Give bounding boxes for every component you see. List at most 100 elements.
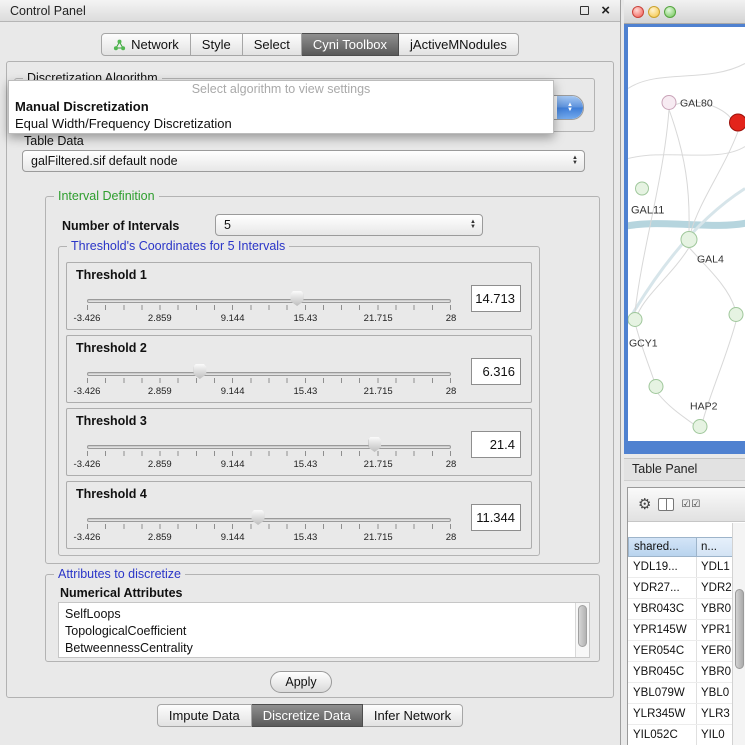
dropdown-stepper-icon[interactable]: ▲ ▼ bbox=[557, 96, 583, 119]
table-row[interactable]: YDR27...YDR2 bbox=[628, 578, 745, 599]
node-label: GAL4 bbox=[697, 254, 724, 266]
network-node[interactable] bbox=[693, 420, 707, 434]
threshold-1-value-field[interactable]: 14.713 bbox=[471, 285, 521, 312]
threshold-2-label: Threshold 2 bbox=[76, 341, 147, 355]
close-icon[interactable]: × bbox=[601, 6, 610, 16]
slider-thumb[interactable] bbox=[193, 364, 206, 379]
table-row[interactable]: YDL19...YDL1 bbox=[628, 557, 745, 578]
tab-impute-data[interactable]: Impute Data bbox=[157, 704, 252, 727]
column-header-shared-name[interactable]: shared... bbox=[628, 537, 697, 557]
table-row[interactable]: YBR045CYBR0 bbox=[628, 662, 745, 683]
list-item[interactable]: TopologicalCoefficient bbox=[65, 623, 589, 640]
threshold-4-slider[interactable] bbox=[87, 510, 451, 530]
threshold-4-value-field[interactable]: 11.344 bbox=[471, 504, 521, 531]
table-panel-spacer bbox=[628, 522, 745, 537]
network-node[interactable] bbox=[729, 308, 743, 322]
table-row[interactable]: YER054CYER0 bbox=[628, 641, 745, 662]
threshold-2-slider[interactable] bbox=[87, 364, 451, 384]
table-data-dropdown[interactable]: galFiltered.sif default node ▲ ▼ bbox=[22, 150, 585, 172]
table-header-row: shared... n... bbox=[628, 537, 745, 557]
cell[interactable]: YDL19... bbox=[628, 557, 697, 577]
threshold-3-value-field[interactable]: 21.4 bbox=[471, 431, 521, 458]
slider-track[interactable] bbox=[87, 372, 451, 376]
scrollbar-thumb[interactable] bbox=[735, 589, 744, 669]
tab-jactivemnodules[interactable]: jActiveMNodules bbox=[399, 33, 519, 56]
slider-track[interactable] bbox=[87, 518, 451, 522]
threshold-3-slider[interactable] bbox=[87, 437, 451, 457]
cell[interactable]: YPR145W bbox=[628, 620, 697, 640]
tab-select[interactable]: Select bbox=[243, 33, 302, 56]
numerical-attributes-list[interactable]: SelfLoops TopologicalCoefficient Between… bbox=[58, 602, 590, 658]
number-of-intervals-dropdown[interactable]: 5 ▲ ▼ bbox=[215, 214, 483, 236]
columns-icon[interactable] bbox=[658, 498, 674, 511]
cell[interactable]: YLR345W bbox=[628, 704, 697, 724]
tab-label: jActiveMNodules bbox=[410, 37, 507, 52]
tab-cyni-toolbox[interactable]: Cyni Toolbox bbox=[302, 33, 399, 56]
list-item[interactable]: SelfLoops bbox=[65, 606, 589, 623]
gear-icon[interactable]: ⚙ bbox=[638, 497, 651, 512]
network-node[interactable] bbox=[649, 380, 663, 394]
edge bbox=[669, 110, 689, 232]
network-canvas[interactable]: GAL80 GAL11 GAL4 GCY1 HAP2 bbox=[628, 27, 745, 441]
network-view-frame: GAL80 GAL11 GAL4 GCY1 HAP2 bbox=[624, 24, 745, 454]
slider-track[interactable] bbox=[87, 299, 451, 303]
tab-discretize-data[interactable]: Discretize Data bbox=[252, 704, 363, 727]
tab-label: Infer Network bbox=[374, 708, 451, 723]
tab-style[interactable]: Style bbox=[191, 33, 243, 56]
scale-label: 9.144 bbox=[221, 313, 245, 324]
cell[interactable]: YER054C bbox=[628, 641, 697, 661]
algorithm-dropdown-menu: Select algorithm to view settings Manual… bbox=[8, 80, 554, 134]
list-item[interactable]: BetweennessCentrality bbox=[65, 640, 589, 657]
slider-thumb[interactable] bbox=[252, 510, 265, 525]
control-panel-window: Control Panel × Network Style Select bbox=[0, 0, 621, 745]
slider-track[interactable] bbox=[87, 445, 451, 449]
threshold-1-slider[interactable] bbox=[87, 291, 451, 311]
apply-button[interactable]: Apply bbox=[270, 671, 332, 693]
highlighted-network-node[interactable] bbox=[730, 114, 745, 131]
cell[interactable]: YIL052C bbox=[628, 725, 697, 745]
close-traffic-light-icon[interactable] bbox=[632, 6, 644, 18]
slider-thumb[interactable] bbox=[368, 437, 381, 452]
edge bbox=[628, 64, 745, 89]
number-of-intervals-value: 5 bbox=[216, 218, 464, 232]
dropdown-option-manual-discretization[interactable]: Manual Discretization bbox=[9, 98, 553, 115]
edge bbox=[628, 147, 745, 159]
table-row[interactable]: YLR345WYLR3 bbox=[628, 704, 745, 725]
minimize-traffic-light-icon[interactable] bbox=[648, 6, 660, 18]
threshold-2-panel: Threshold 2 -3.426 2.859 9.144 15.43 21.… bbox=[66, 335, 532, 403]
network-node[interactable] bbox=[636, 182, 649, 195]
dropdown-option-equal-width[interactable]: Equal Width/Frequency Discretization bbox=[9, 115, 553, 132]
cell[interactable]: YBR043C bbox=[628, 599, 697, 619]
slider-thumb[interactable] bbox=[291, 291, 304, 306]
threshold-1-label: Threshold 1 bbox=[76, 268, 147, 282]
scale-label: 9.144 bbox=[221, 459, 245, 470]
dropdown-arrows-icon: ▲ ▼ bbox=[464, 220, 482, 230]
network-node[interactable] bbox=[681, 232, 697, 248]
select-columns-icons[interactable]: ☑☑ bbox=[681, 499, 701, 510]
edge bbox=[691, 132, 738, 232]
tab-network[interactable]: Network bbox=[101, 33, 191, 56]
cell[interactable]: YBL079W bbox=[628, 683, 697, 703]
cell[interactable]: YDR27... bbox=[628, 578, 697, 598]
cell[interactable]: YBR045C bbox=[628, 662, 697, 682]
node-label: HAP2 bbox=[690, 401, 718, 413]
scale-label: 9.144 bbox=[221, 532, 245, 543]
slider-ticks bbox=[87, 378, 451, 383]
list-scrollbar[interactable] bbox=[575, 603, 589, 657]
table-row[interactable]: YIL052CYIL0 bbox=[628, 725, 745, 745]
tab-infer-network[interactable]: Infer Network bbox=[363, 704, 463, 727]
table-row[interactable]: YBR043CYBR0 bbox=[628, 599, 745, 620]
threshold-2-value-field[interactable]: 6.316 bbox=[471, 358, 521, 385]
table-row[interactable]: YPR145WYPR1 bbox=[628, 620, 745, 641]
slider-scale-labels: -3.426 2.859 9.144 15.43 21.715 28 bbox=[87, 313, 451, 324]
zoom-traffic-light-icon[interactable] bbox=[664, 6, 676, 18]
network-node[interactable] bbox=[662, 96, 676, 110]
float-window-icon[interactable] bbox=[580, 6, 589, 15]
table-row[interactable]: YBL079WYBL0 bbox=[628, 683, 745, 704]
table-body: YDL19...YDL1 YDR27...YDR2 YBR043CYBR0 YP… bbox=[628, 557, 745, 745]
scrollbar-thumb[interactable] bbox=[578, 605, 587, 647]
table-scrollbar[interactable] bbox=[732, 523, 745, 745]
group-title: Threshold's Coordinates for 5 Intervals bbox=[67, 239, 289, 253]
tab-label: Style bbox=[202, 37, 231, 52]
network-node[interactable] bbox=[628, 313, 642, 327]
